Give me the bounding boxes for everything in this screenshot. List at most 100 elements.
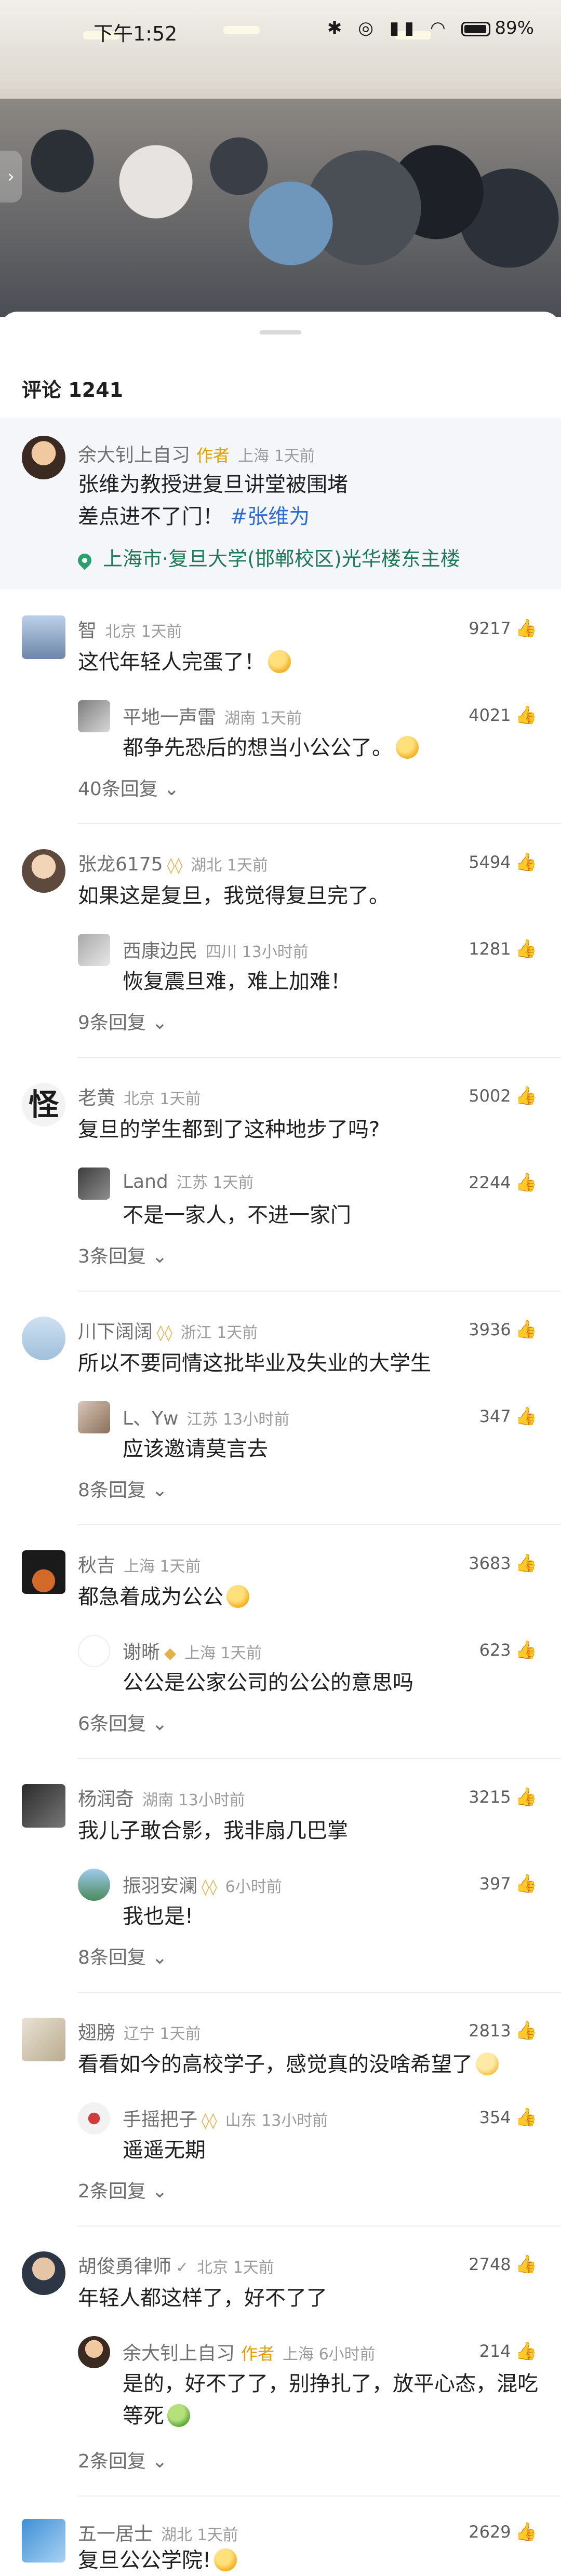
flair-icon: ◊◊ <box>167 856 183 875</box>
comment-text: 都急着成为公公 <box>78 1581 249 1613</box>
wifi-icon: ◠ <box>430 18 451 38</box>
divider <box>78 2225 561 2226</box>
verified-icon: ✓ <box>176 2259 189 2277</box>
comment-text: 年轻人都这样了，好不了了 <box>78 2286 327 2310</box>
reply-author[interactable]: L、Yw 江苏 13小时前 <box>123 1403 289 1430</box>
comment-author[interactable]: 胡俊勇律师 ✓ 北京 1天前 <box>78 2251 274 2278</box>
like-count[interactable]: 3683 👍 <box>469 1553 537 1574</box>
thumb-up-icon: 👍 <box>515 705 537 726</box>
like-count[interactable]: 623 👍 <box>479 1640 537 1660</box>
avatar[interactable]: 怪 <box>22 1083 65 1126</box>
avatar[interactable] <box>78 700 110 732</box>
comment-author[interactable]: 张龙6175 ◊◊ 湖北 1天前 <box>78 849 268 876</box>
status-time: 下午1:52 <box>94 22 178 45</box>
reply-text: 遥遥无期 <box>123 2138 206 2162</box>
avatar[interactable] <box>78 2102 110 2135</box>
thumb-up-icon: 👍 <box>515 2020 537 2041</box>
avatar[interactable] <box>78 1168 110 1200</box>
like-count[interactable]: 5002 👍 <box>469 1085 537 1106</box>
flair-icon: ◊◊ <box>202 1878 217 1896</box>
comment-author[interactable]: 智北京 1天前 <box>78 615 182 642</box>
cat-emoji-icon <box>476 2052 499 2075</box>
expand-replies-button[interactable]: 3条回复 ⌄ <box>78 1241 168 1268</box>
like-count[interactable]: 4021 👍 <box>469 705 537 726</box>
like-count[interactable]: 354 👍 <box>479 2107 537 2128</box>
side-expand-button[interactable]: › <box>0 151 22 203</box>
reply-author[interactable]: 余大钊上自习 作者 上海 6小时前 <box>123 2338 376 2365</box>
comment-author[interactable]: 杨润奇 湖南 13小时前 <box>78 1784 245 1811</box>
like-count[interactable]: 2813 👍 <box>469 2020 537 2041</box>
avatar[interactable] <box>22 2018 65 2061</box>
battery-percent: 89% <box>495 18 534 38</box>
reply-author[interactable]: 西康边民 四川 13小时前 <box>123 936 309 963</box>
expand-replies-button[interactable]: 8条回复 ⌄ <box>78 1942 168 1969</box>
comment-author[interactable]: 秋吉 上海 1天前 <box>78 1550 201 1577</box>
status-bar: 下午1:52 ✱ ◎ ▮▮ ◠ 89% <box>0 0 561 62</box>
author-badge: 作者 <box>196 446 230 465</box>
thumb-up-icon: 👍 <box>515 2521 537 2542</box>
avatar[interactable] <box>22 2251 65 2295</box>
avatar[interactable] <box>78 1869 110 1901</box>
thumb-up-icon: 👍 <box>515 1873 537 1894</box>
avatar[interactable] <box>78 934 110 966</box>
comment-meta: 上海 1天前 <box>238 447 315 465</box>
avatar[interactable] <box>22 615 65 659</box>
like-count[interactable]: 1281 👍 <box>469 938 537 959</box>
signal-icon: ▮▮ <box>389 18 420 38</box>
like-count[interactable]: 347 👍 <box>479 1406 537 1427</box>
reply-author[interactable]: 谢晰 ◆ 上海 1天前 <box>123 1637 262 1664</box>
like-count[interactable]: 2629 👍 <box>469 2521 537 2542</box>
like-count[interactable]: 3215 👍 <box>469 1787 537 1807</box>
divider <box>78 1291 561 1292</box>
comment-author[interactable]: 老黄 北京 1天前 <box>78 1083 201 1110</box>
laugh-cry-emoji-icon <box>214 2548 237 2571</box>
expand-replies-button[interactable]: 9条回复 ⌄ <box>78 1008 168 1035</box>
like-count[interactable]: 397 👍 <box>479 1873 537 1894</box>
expand-replies-button[interactable]: 40条回复 ⌄ <box>78 774 179 801</box>
expand-replies-button[interactable]: 2条回复 ⌄ <box>78 2176 168 2203</box>
like-count[interactable]: 5494 👍 <box>469 852 537 873</box>
reply-author[interactable]: 振羽安澜 ◊◊ 6小时前 <box>123 1871 282 1898</box>
thumb-up-icon: 👍 <box>515 618 537 639</box>
reply-author[interactable]: 平地一声雷 湖南 1天前 <box>123 702 302 729</box>
comment-text: 这代年轻人完蛋了！ <box>78 647 291 678</box>
avatar[interactable] <box>22 849 65 893</box>
reply-author[interactable]: 手摇把子 ◊◊ 山东 13小时前 <box>123 2104 328 2131</box>
reply-text: 应该邀请莫言去 <box>123 1437 268 1461</box>
avatar[interactable] <box>22 436 65 479</box>
reply-text: 不是一家人，不进一家门 <box>123 1203 351 1227</box>
avatar[interactable] <box>22 1550 65 1594</box>
expand-replies-button[interactable]: 8条回复 ⌄ <box>78 1475 168 1502</box>
reply-author[interactable]: Land 江苏 1天前 <box>123 1170 253 1192</box>
like-count[interactable]: 2748 👍 <box>469 2254 537 2275</box>
avatar[interactable] <box>78 1635 110 1667</box>
divider <box>78 1758 561 1759</box>
hashtag-link[interactable]: #张维为 <box>230 505 310 529</box>
like-count[interactable]: 214 👍 <box>479 2341 537 2362</box>
reply-text-line-2: 等死 <box>123 2400 190 2432</box>
comment-author[interactable]: 翅膀 辽宁 1天前 <box>78 2018 201 2045</box>
comment-author[interactable]: 余大钊上自习 作者 上海 1天前 <box>78 440 315 467</box>
expand-replies-button[interactable]: 6条回复 ⌄ <box>78 1709 168 1736</box>
comment-text: 如果这是复旦，我觉得复旦完了。 <box>78 884 390 908</box>
avatar[interactable] <box>22 1784 65 1828</box>
comment-author[interactable]: 五一居士 湖北 1天前 <box>78 2519 238 2546</box>
drag-handle[interactable] <box>260 330 301 334</box>
thumb-up-icon: 👍 <box>515 2341 537 2362</box>
avatar[interactable] <box>22 1317 65 1360</box>
pinned-author-post[interactable]: 余大钊上自习 作者 上海 1天前 张维为教授进复旦讲堂被围堵 差点进不了门！ #张维… <box>0 418 561 589</box>
expand-replies-button[interactable]: 2条回复 ⌄ <box>78 2446 168 2473</box>
avatar[interactable] <box>78 2336 110 2368</box>
like-count[interactable]: 2244 👍 <box>469 1172 537 1193</box>
divider <box>78 2496 561 2497</box>
avatar[interactable] <box>22 2519 65 2562</box>
like-count[interactable]: 9217 👍 <box>469 618 537 639</box>
thumb-up-icon: 👍 <box>515 1640 537 1660</box>
avatar[interactable] <box>78 1401 110 1433</box>
comment-text: 看看如今的高校学子，感觉真的没啥希望了 <box>78 2049 499 2080</box>
divider <box>78 1992 561 1993</box>
like-count[interactable]: 3936 👍 <box>469 1319 537 1340</box>
comment-author[interactable]: 川下阔阔 ◊◊ 浙江 1天前 <box>78 1317 258 1344</box>
location-link[interactable]: 上海市·复旦大学(邯郸校区)光华楼东主楼 <box>75 543 460 571</box>
laugh-cry-emoji-icon <box>268 650 291 673</box>
